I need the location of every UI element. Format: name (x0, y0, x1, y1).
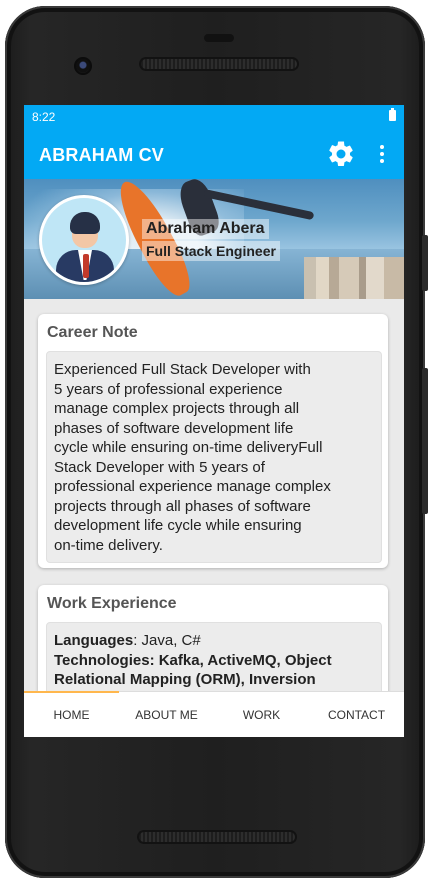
bottom-navigation: HOME ABOUT ME WORK CONTACT (24, 691, 404, 737)
career-note-line: on-time delivery. (54, 536, 163, 554)
scroll-content[interactable]: Career Note Experienced Full Stack Devel… (24, 299, 404, 691)
work-experience-title: Work Experience (47, 595, 177, 612)
work-experience-card: Work Experience Languages: Java, C# Tech… (38, 585, 388, 691)
career-note-line: 5 years of professional experience (54, 380, 283, 398)
career-note-line: development life cycle while ensuring (54, 517, 302, 534)
nav-item-work[interactable]: WORK (214, 692, 309, 737)
technologies-line: Technologies: Kafka, ActiveMQ, Object (54, 651, 332, 669)
languages-line: Languages: Java, C# (54, 631, 374, 651)
status-time: 8:22 (32, 110, 56, 124)
status-bar: 8:22 (24, 105, 404, 129)
career-note-line: Experienced Full Stack Developer with (54, 361, 311, 378)
more-vert-icon[interactable] (376, 143, 388, 165)
gear-icon[interactable] (326, 139, 356, 169)
work-experience-body: Languages: Java, C# Technologies: Kafka,… (46, 622, 382, 691)
career-note-line: manage complex projects through all (54, 400, 300, 417)
career-note-line: cycle while ensuring on-time deliveryFul… (54, 439, 323, 456)
languages-value: : Java, C# (133, 632, 201, 649)
profile-role: Full Stack Engineer (146, 243, 276, 259)
earpiece-speaker (139, 57, 299, 71)
career-note-line: Stack Developer with 5 years of (54, 458, 265, 476)
app-title: ABRAHAM CV (39, 145, 164, 165)
banner-city (304, 257, 404, 299)
career-note-line: projects through all phases of software (54, 497, 311, 515)
bottom-speaker (137, 830, 297, 844)
career-note-line: professional experience manage complex (54, 478, 331, 495)
proximity-sensor (204, 34, 234, 42)
profile-name: Abraham Abera (146, 220, 265, 237)
profile-name-box: Abraham Abera (142, 219, 269, 239)
languages-label: Languages (54, 632, 134, 649)
career-note-line: phases of software development life (54, 419, 294, 437)
avatar (39, 195, 129, 285)
front-camera (74, 57, 92, 75)
career-note-title: Career Note (47, 324, 138, 341)
profile-header-banner: Abraham Abera Full Stack Engineer (24, 179, 404, 299)
power-button (422, 235, 428, 291)
nav-item-contact[interactable]: CONTACT (309, 692, 404, 737)
volume-button (422, 368, 428, 514)
career-note-card: Career Note Experienced Full Stack Devel… (38, 314, 388, 568)
nav-item-about-me[interactable]: ABOUT ME (119, 692, 214, 737)
app-bar: ABRAHAM CV (24, 129, 404, 179)
battery-icon (389, 108, 396, 121)
career-note-body: Experienced Full Stack Developer with 5 … (46, 351, 382, 563)
technologies-line: Relational Mapping (ORM), Inversion (54, 671, 316, 688)
app-screen: 8:22 ABRAHAM CV Abraham Abera Full Stack… (24, 105, 404, 737)
profile-role-box: Full Stack Engineer (142, 241, 280, 261)
nav-item-home[interactable]: HOME (24, 692, 119, 737)
